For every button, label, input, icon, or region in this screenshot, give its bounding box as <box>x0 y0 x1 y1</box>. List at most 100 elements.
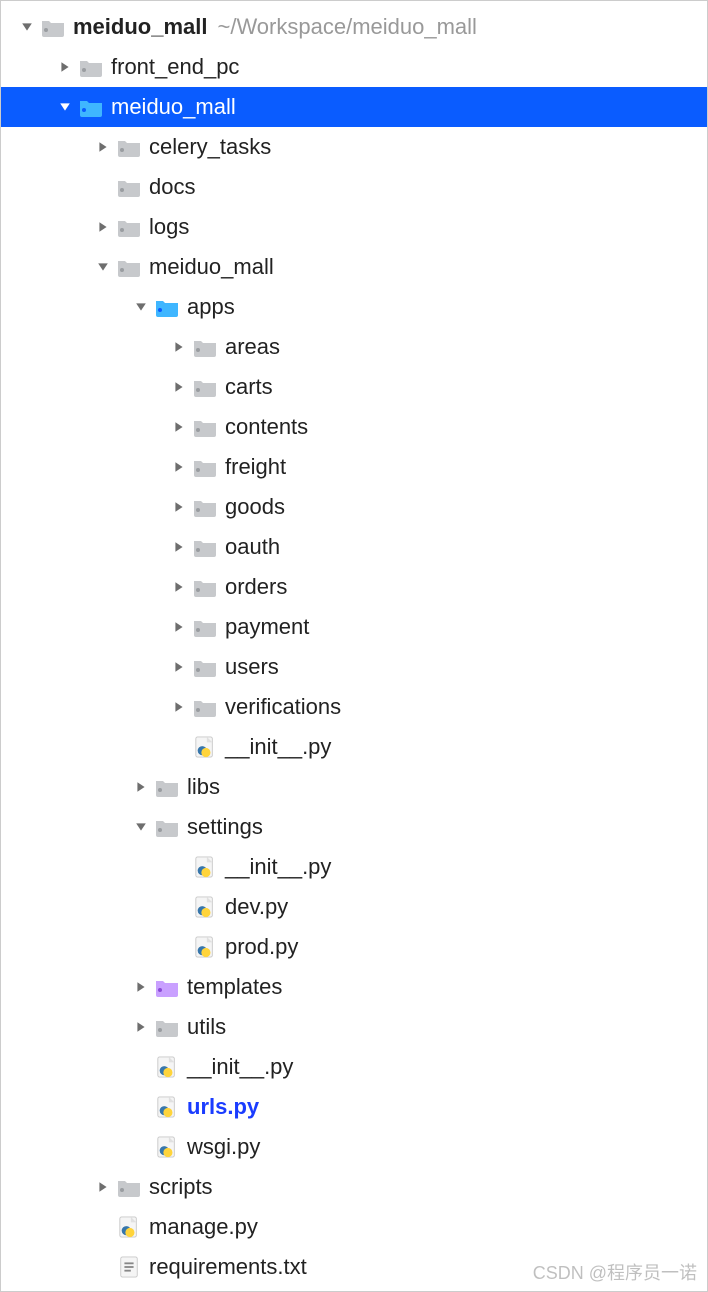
tree-row-utils[interactable]: utils <box>1 1007 707 1047</box>
tree-row-settings[interactable]: settings <box>1 807 707 847</box>
tree-row--init-py[interactable]: __init__.py <box>1 1047 707 1087</box>
folder-icon <box>193 337 217 357</box>
folder-icon <box>155 817 179 837</box>
tree-row-dev-py[interactable]: dev.py <box>1 887 707 927</box>
tree-row-logs[interactable]: logs <box>1 207 707 247</box>
tree-row-goods[interactable]: goods <box>1 487 707 527</box>
tree-row-meiduo-mall[interactable]: meiduo_mall <box>1 87 707 127</box>
chevron-down-icon[interactable] <box>133 299 149 315</box>
tree-item-label: prod.py <box>225 927 298 967</box>
tree-row-contents[interactable]: contents <box>1 407 707 447</box>
tree-row-prod-py[interactable]: prod.py <box>1 927 707 967</box>
tree-row--init-py[interactable]: __init__.py <box>1 847 707 887</box>
tree-row-oauth[interactable]: oauth <box>1 527 707 567</box>
chevron-down-icon[interactable] <box>19 19 35 35</box>
tree-item-label: __init__.py <box>225 847 331 887</box>
tree-row-manage-py[interactable]: manage.py <box>1 1207 707 1247</box>
tree-row-libs[interactable]: libs <box>1 767 707 807</box>
chevron-right-icon[interactable] <box>171 499 187 515</box>
tree-row-templates[interactable]: templates <box>1 967 707 1007</box>
chevron-right-icon[interactable] <box>95 139 111 155</box>
chevron-down-icon[interactable] <box>133 819 149 835</box>
python-file-icon <box>155 1057 179 1077</box>
tree-item-label: wsgi.py <box>187 1127 260 1167</box>
chevron-right-icon[interactable] <box>133 1019 149 1035</box>
tree-row-carts[interactable]: carts <box>1 367 707 407</box>
folder-icon <box>193 417 217 437</box>
tree-row-freight[interactable]: freight <box>1 447 707 487</box>
folder-icon <box>193 457 217 477</box>
chevron-right-icon[interactable] <box>133 779 149 795</box>
python-file-icon <box>193 897 217 917</box>
tree-item-label: goods <box>225 487 285 527</box>
chevron-right-icon[interactable] <box>171 459 187 475</box>
tree-item-label: carts <box>225 367 273 407</box>
chevron-right-icon[interactable] <box>171 419 187 435</box>
folder-icon <box>155 777 179 797</box>
folder-icon <box>155 977 179 997</box>
chevron-right-icon[interactable] <box>171 699 187 715</box>
tree-item-label: scripts <box>149 1167 213 1207</box>
chevron-right-icon[interactable] <box>171 339 187 355</box>
tree-row--init-py[interactable]: __init__.py <box>1 727 707 767</box>
chevron-right-icon[interactable] <box>171 379 187 395</box>
chevron-down-icon[interactable] <box>95 259 111 275</box>
folder-icon <box>117 177 141 197</box>
chevron-right-icon[interactable] <box>133 979 149 995</box>
tree-row-verifications[interactable]: verifications <box>1 687 707 727</box>
folder-icon <box>117 137 141 157</box>
tree-row-meiduo-mall[interactable]: meiduo_mall <box>1 247 707 287</box>
folder-icon <box>193 497 217 517</box>
tree-item-label: users <box>225 647 279 687</box>
tree-item-label: docs <box>149 167 195 207</box>
folder-icon <box>155 1017 179 1037</box>
tree-row-users[interactable]: users <box>1 647 707 687</box>
tree-item-label: dev.py <box>225 887 288 927</box>
tree-row-orders[interactable]: orders <box>1 567 707 607</box>
tree-item-label: areas <box>225 327 280 367</box>
chevron-right-icon[interactable] <box>57 59 73 75</box>
tree-item-label: meiduo_mall <box>73 7 207 47</box>
tree-item-label: celery_tasks <box>149 127 271 167</box>
tree-row-payment[interactable]: payment <box>1 607 707 647</box>
tree-item-label: verifications <box>225 687 341 727</box>
folder-icon <box>193 577 217 597</box>
chevron-right-icon[interactable] <box>171 659 187 675</box>
text-file-icon <box>117 1257 141 1277</box>
chevron-right-icon[interactable] <box>95 1179 111 1195</box>
tree-item-label: __init__.py <box>225 727 331 767</box>
tree-item-label: utils <box>187 1007 226 1047</box>
chevron-right-icon[interactable] <box>171 619 187 635</box>
folder-icon <box>193 697 217 717</box>
tree-item-label: freight <box>225 447 286 487</box>
tree-item-label: oauth <box>225 527 280 567</box>
tree-row-scripts[interactable]: scripts <box>1 1167 707 1207</box>
tree-row-docs[interactable]: docs <box>1 167 707 207</box>
tree-row-requirements-txt[interactable]: requirements.txt <box>1 1247 707 1287</box>
python-file-icon <box>117 1217 141 1237</box>
tree-row-meiduo-mall[interactable]: meiduo_mall~/Workspace/meiduo_mall <box>1 7 707 47</box>
tree-item-label: meiduo_mall <box>111 87 236 127</box>
tree-item-label: manage.py <box>149 1207 258 1247</box>
chevron-down-icon[interactable] <box>57 99 73 115</box>
chevron-right-icon[interactable] <box>171 539 187 555</box>
tree-item-label: meiduo_mall <box>149 247 274 287</box>
tree-item-label: contents <box>225 407 308 447</box>
tree-row-urls-py[interactable]: urls.py <box>1 1087 707 1127</box>
tree-item-label: urls.py <box>187 1087 259 1127</box>
chevron-right-icon[interactable] <box>95 219 111 235</box>
tree-item-label: orders <box>225 567 287 607</box>
tree-item-label: settings <box>187 807 263 847</box>
folder-icon <box>117 1177 141 1197</box>
folder-icon <box>79 57 103 77</box>
folder-icon <box>193 377 217 397</box>
tree-row-apps[interactable]: apps <box>1 287 707 327</box>
chevron-right-icon[interactable] <box>171 579 187 595</box>
tree-row-front-end-pc[interactable]: front_end_pc <box>1 47 707 87</box>
folder-icon <box>41 17 65 37</box>
python-file-icon <box>155 1137 179 1157</box>
tree-item-label: requirements.txt <box>149 1247 307 1287</box>
tree-row-celery-tasks[interactable]: celery_tasks <box>1 127 707 167</box>
tree-row-wsgi-py[interactable]: wsgi.py <box>1 1127 707 1167</box>
tree-row-areas[interactable]: areas <box>1 327 707 367</box>
